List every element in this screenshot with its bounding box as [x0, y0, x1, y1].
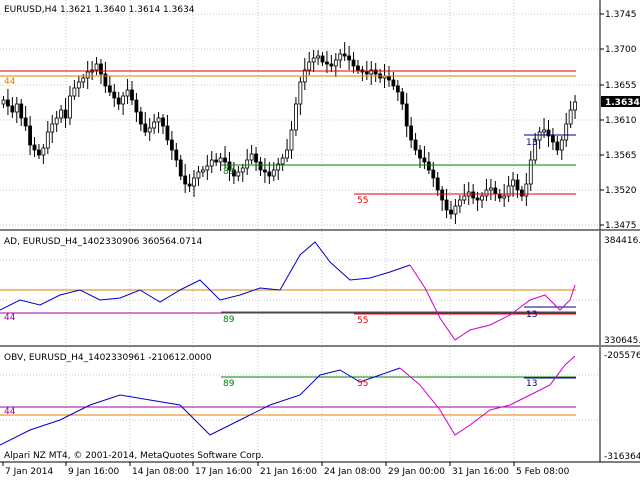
obv-level-label-13: 13 — [526, 379, 537, 389]
obv-line-down — [399, 355, 576, 436]
ad-level-label-13: 13 — [526, 310, 537, 320]
price-tick: 1.3700 — [605, 45, 637, 55]
main-price-panel[interactable]: 44 89 55 13 EURUSD,H4 1.3621 1.3640 1.36… — [0, 0, 640, 231]
ad-panel-header: AD, EURUSD_H4_1402330906 360564.0714 — [4, 237, 203, 247]
obv-scale-bottom: -316364. — [604, 452, 640, 462]
chart-window[interactable]: 44 89 55 13 EURUSD,H4 1.3621 1.3640 1.36… — [0, 0, 640, 480]
ad-grid — [0, 231, 600, 345]
obv-panel-header: OBV, EURUSD_H4_1402330961 -210612.0000 — [4, 353, 212, 363]
time-tick: 24 Jan 08:00 — [324, 467, 381, 477]
level-label-55: 55 — [357, 196, 368, 206]
copyright-footer: Alpari NZ MT4, © 2001-2014, MetaQuotes S… — [4, 451, 264, 461]
obv-indicator-panel[interactable]: 89 55 13 44 OBV, EURUSD_H4_1402330961 -2… — [0, 347, 640, 462]
main-panel-header: EURUSD,H4 1.3621 1.3640 1.3614 1.3634 — [4, 5, 195, 15]
ad-level-label-44: 44 — [4, 313, 16, 323]
ad-line-down — [409, 264, 576, 341]
price-tick: 1.3565 — [605, 151, 637, 161]
price-tick: 1.3610 — [605, 116, 637, 126]
obv-level-label-89: 89 — [223, 379, 235, 389]
level-label-44: 44 — [4, 77, 16, 87]
ad-indicator-panel[interactable]: 44 89 55 13 AD, EURUSD_H4_1402330906 360… — [0, 231, 640, 346]
current-price-label: 1.3634 — [605, 98, 640, 108]
price-tick: 1.3655 — [605, 81, 637, 91]
obv-level-label-44: 44 — [4, 407, 16, 417]
ad-scale-top: 384416.1 — [604, 236, 640, 246]
level-label-13: 13 — [526, 138, 537, 148]
price-tick: 1.3520 — [605, 186, 637, 196]
ad-level-label-55: 55 — [357, 316, 368, 326]
ad-scale-bottom: 330645.8 — [604, 336, 640, 346]
time-tick: 9 Jan 16:00 — [68, 467, 120, 477]
obv-scale-top: -205576. — [604, 351, 640, 361]
time-tick: 21 Jan 16:00 — [260, 467, 317, 477]
time-tick: 31 Jan 16:00 — [452, 467, 509, 477]
time-tick: 29 Jan 00:00 — [388, 467, 445, 477]
time-tick: 17 Jan 16:00 — [195, 467, 252, 477]
ad-level-label-89: 89 — [223, 315, 235, 325]
price-tick: 1.3745 — [605, 10, 637, 20]
obv-level-label-55: 55 — [357, 379, 368, 389]
time-tick: 7 Jan 2014 — [5, 467, 53, 477]
time-tick: 5 Feb 08:00 — [516, 467, 570, 477]
time-axis[interactable]: 7 Jan 2014 9 Jan 16:00 14 Jan 08:00 17 J… — [2, 462, 570, 477]
time-tick: 14 Jan 08:00 — [132, 467, 189, 477]
level-label-89: 89 — [223, 167, 235, 177]
